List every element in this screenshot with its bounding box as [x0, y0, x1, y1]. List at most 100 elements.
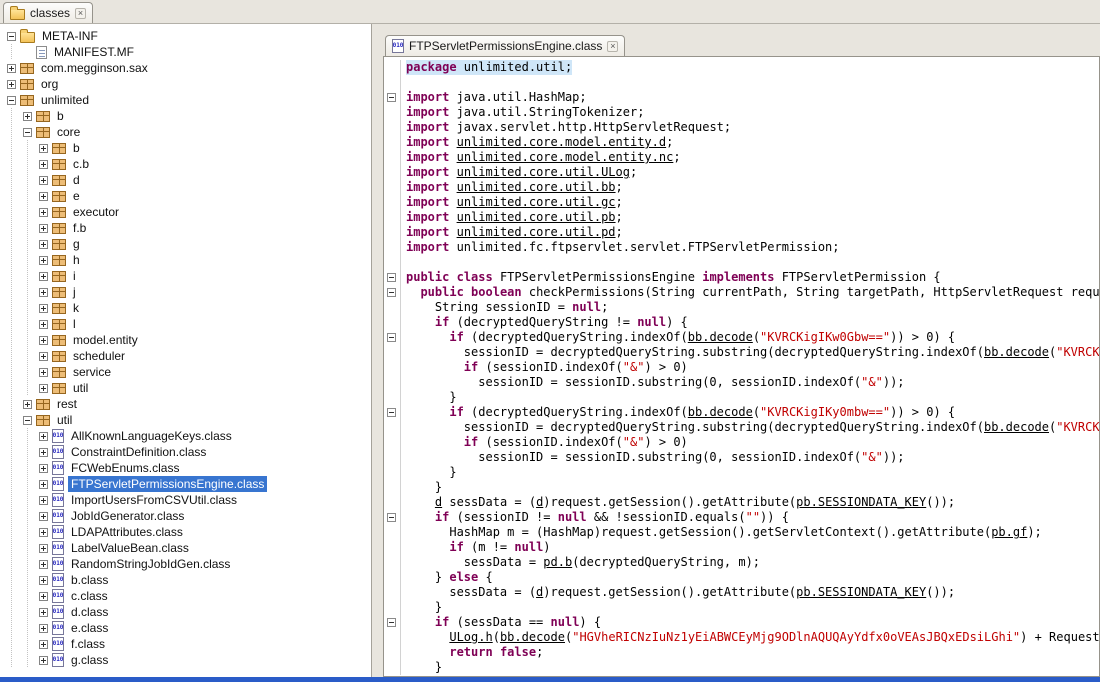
- tree-item-label[interactable]: i: [70, 268, 79, 284]
- close-tab-icon[interactable]: ×: [75, 8, 86, 19]
- expand-toggle-icon[interactable]: [39, 336, 48, 345]
- tree-item[interactable]: ImportUsersFromCSVUtil.class: [4, 492, 371, 508]
- tree-item[interactable]: META-INF: [4, 28, 371, 44]
- tree-item-label[interactable]: e.class: [68, 620, 111, 636]
- fold-collapse-icon[interactable]: [387, 273, 396, 282]
- tree-item[interactable]: service: [4, 364, 371, 380]
- tree-item[interactable]: h: [4, 252, 371, 268]
- tree-item-label[interactable]: executor: [70, 204, 122, 220]
- split-handle[interactable]: [372, 24, 383, 677]
- collapse-toggle-icon[interactable]: [23, 416, 32, 425]
- tree-item[interactable]: rest: [4, 396, 371, 412]
- expand-toggle-icon[interactable]: [39, 448, 48, 457]
- fold-collapse-icon[interactable]: [387, 513, 396, 522]
- tree-item-label[interactable]: b: [54, 108, 67, 124]
- code-hyperlink[interactable]: unlimited.core.util.pb: [457, 210, 616, 224]
- tree-item-label[interactable]: service: [70, 364, 114, 380]
- expand-toggle-icon[interactable]: [39, 608, 48, 617]
- tree-item-label[interactable]: LDAPAttributes.class: [68, 524, 186, 540]
- expand-toggle-icon[interactable]: [39, 208, 48, 217]
- tree-item-label[interactable]: c.b: [70, 156, 92, 172]
- tree-item-label[interactable]: unlimited: [38, 92, 92, 108]
- tree-item[interactable]: AllKnownLanguageKeys.class: [4, 428, 371, 444]
- tree-item[interactable]: g: [4, 236, 371, 252]
- expand-toggle-icon[interactable]: [39, 272, 48, 281]
- collapse-toggle-icon[interactable]: [23, 128, 32, 137]
- tree-item[interactable]: MANIFEST.MF: [4, 44, 371, 60]
- tree-item-label[interactable]: d: [70, 172, 83, 188]
- expand-toggle-icon[interactable]: [39, 192, 48, 201]
- tree-item[interactable]: b.class: [4, 572, 371, 588]
- tree-item-label[interactable]: model.entity: [70, 332, 141, 348]
- expand-toggle-icon[interactable]: [39, 656, 48, 665]
- tree-item[interactable]: g.class: [4, 652, 371, 668]
- tree-item-label[interactable]: RandomStringJobIdGen.class: [68, 556, 233, 572]
- expand-toggle-icon[interactable]: [39, 176, 48, 185]
- tree-item-label[interactable]: JobIdGenerator.class: [68, 508, 187, 524]
- expand-toggle-icon[interactable]: [39, 256, 48, 265]
- decompiled-source-view[interactable]: package unlimited.util;import java.util.…: [383, 57, 1100, 677]
- tree-item[interactable]: f.b: [4, 220, 371, 236]
- fold-collapse-icon[interactable]: [387, 618, 396, 627]
- tab-classes[interactable]: classes ×: [3, 2, 93, 23]
- tree-item[interactable]: FCWebEnums.class: [4, 460, 371, 476]
- tree-item-label[interactable]: d.class: [68, 604, 111, 620]
- expand-toggle-icon[interactable]: [39, 352, 48, 361]
- expand-toggle-icon[interactable]: [39, 592, 48, 601]
- tree-item-label[interactable]: MANIFEST.MF: [51, 44, 137, 60]
- code-hyperlink[interactable]: bb.decode: [984, 420, 1049, 434]
- tree-item-label[interactable]: l: [70, 316, 79, 332]
- tree-item-label[interactable]: h: [70, 252, 83, 268]
- tree-item-label[interactable]: f.class: [68, 636, 108, 652]
- code-hyperlink[interactable]: unlimited.core.util.gc: [457, 195, 616, 209]
- tree-item-label[interactable]: com.megginson.sax: [38, 60, 151, 76]
- close-tab-icon[interactable]: ×: [607, 41, 618, 52]
- tree-item[interactable]: d.class: [4, 604, 371, 620]
- tree-item[interactable]: core: [4, 124, 371, 140]
- fold-collapse-icon[interactable]: [387, 333, 396, 342]
- expand-toggle-icon[interactable]: [39, 544, 48, 553]
- tree-item-label[interactable]: c.class: [68, 588, 111, 604]
- expand-toggle-icon[interactable]: [7, 64, 16, 73]
- tree-item[interactable]: scheduler: [4, 348, 371, 364]
- tree-item[interactable]: j: [4, 284, 371, 300]
- tree-item-label[interactable]: e: [70, 188, 83, 204]
- tree-item[interactable]: c.class: [4, 588, 371, 604]
- tree-item-label[interactable]: core: [54, 124, 83, 140]
- tree-item-label[interactable]: LabelValueBean.class: [68, 540, 192, 556]
- expand-toggle-icon[interactable]: [23, 112, 32, 121]
- tree-item-label[interactable]: k: [70, 300, 82, 316]
- code-hyperlink[interactable]: unlimited.core.model.entity.nc: [457, 150, 674, 164]
- tree-item-label[interactable]: org: [38, 76, 61, 92]
- expand-toggle-icon[interactable]: [7, 80, 16, 89]
- tree-item[interactable]: util: [4, 380, 371, 396]
- tree-item[interactable]: i: [4, 268, 371, 284]
- expand-toggle-icon[interactable]: [39, 304, 48, 313]
- tree-item-label[interactable]: b.class: [68, 572, 111, 588]
- fold-collapse-icon[interactable]: [387, 408, 396, 417]
- tree-item[interactable]: d: [4, 172, 371, 188]
- tree-item[interactable]: FTPServletPermissionsEngine.class: [4, 476, 371, 492]
- code-hyperlink[interactable]: bb.decode: [984, 345, 1049, 359]
- tree-item[interactable]: com.megginson.sax: [4, 60, 371, 76]
- tree-item[interactable]: util: [4, 412, 371, 428]
- expand-toggle-icon[interactable]: [39, 512, 48, 521]
- tree-item-label[interactable]: AllKnownLanguageKeys.class: [68, 428, 235, 444]
- tree-item[interactable]: l: [4, 316, 371, 332]
- code-hyperlink[interactable]: bb.decode: [500, 630, 565, 644]
- tree-item-label[interactable]: f.b: [70, 220, 89, 236]
- tree-item[interactable]: JobIdGenerator.class: [4, 508, 371, 524]
- tree-item-label[interactable]: ConstraintDefinition.class: [68, 444, 209, 460]
- package-explorer-tree[interactable]: META-INFMANIFEST.MFcom.megginson.saxorgu…: [0, 24, 372, 677]
- tree-item-label[interactable]: b: [70, 140, 83, 156]
- code-hyperlink[interactable]: unlimited.core.model.entity.d: [457, 135, 667, 149]
- tree-item[interactable]: b: [4, 108, 371, 124]
- fold-collapse-icon[interactable]: [387, 288, 396, 297]
- fold-collapse-icon[interactable]: [387, 93, 396, 102]
- tree-item[interactable]: f.class: [4, 636, 371, 652]
- code-hyperlink[interactable]: pd.b: [543, 555, 572, 569]
- tree-item-label[interactable]: scheduler: [70, 348, 128, 364]
- code-hyperlink[interactable]: bb.decode: [688, 405, 753, 419]
- code-hyperlink[interactable]: unlimited.core.util.pd: [457, 225, 616, 239]
- tree-item-label[interactable]: j: [70, 284, 79, 300]
